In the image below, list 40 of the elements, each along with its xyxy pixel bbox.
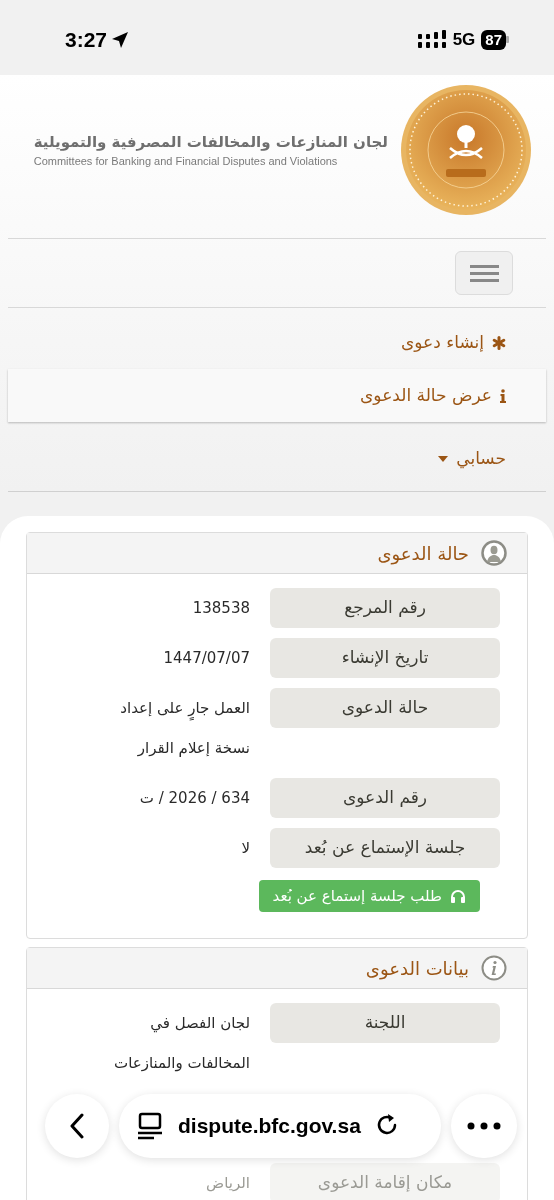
panel-title: بيانات الدعوى [365, 956, 469, 982]
site-subtitle: Committees for Banking and Financial Disputes and Violations [33, 154, 338, 169]
panel-title: حالة الدعوى [377, 541, 469, 567]
page-icon [137, 1112, 163, 1140]
battery-indicator: 87 [481, 29, 506, 50]
logo-icon [400, 84, 532, 216]
menu-button[interactable] [455, 251, 513, 295]
field-value: لا [240, 838, 250, 859]
address-bar[interactable]: dispute.bfc.gov.sa [119, 1094, 441, 1158]
info-icon [481, 955, 507, 981]
caret-icon [438, 455, 449, 462]
nav-item[interactable]: حسابي [8, 432, 546, 485]
location-arrow-icon [111, 30, 130, 49]
person-icon [481, 540, 507, 566]
status-time: 3:27 [65, 26, 108, 53]
field-value: 634 / 2026 / ت [138, 788, 250, 809]
network-label: 5G [452, 28, 476, 51]
field-value: العمل جارٍ على إعداد نسخة إعلام القرار [119, 698, 250, 759]
headphones-icon [450, 888, 466, 904]
field-label: جلسة الإستماع عن بُعد [270, 828, 500, 868]
field-value: الرياض [205, 1173, 250, 1194]
battery-tip-icon [506, 36, 509, 43]
more-icon [467, 1122, 501, 1130]
back-icon [70, 1113, 84, 1139]
field-label: رقم المرجع [270, 588, 500, 628]
nav-item[interactable]: عرض حالة الدعوى [8, 369, 546, 422]
nav-item[interactable]: إنشاء دعوى [8, 316, 546, 369]
site-title: لجان المنازعات والمخالفات المصرفية والتمويلية [33, 131, 388, 153]
asterisk-icon [492, 335, 506, 350]
field-label: تاريخ الإنشاء [270, 638, 500, 678]
field-label: مكان إقامة الدعوى [270, 1163, 500, 1200]
field-value: 1447/07/07 [162, 648, 250, 669]
field-label: اللجنة [270, 1003, 500, 1043]
field-label: حالة الدعوى [270, 688, 500, 728]
url-text: dispute.bfc.gov.sa [178, 1113, 361, 1140]
field-label: رقم الدعوى [270, 778, 500, 818]
field-value: 138538 [191, 598, 250, 619]
signal-icon [417, 30, 447, 49]
info-icon [500, 388, 506, 403]
field-value: لجان الفصل في المخالفات والمنازعات [113, 1013, 250, 1074]
